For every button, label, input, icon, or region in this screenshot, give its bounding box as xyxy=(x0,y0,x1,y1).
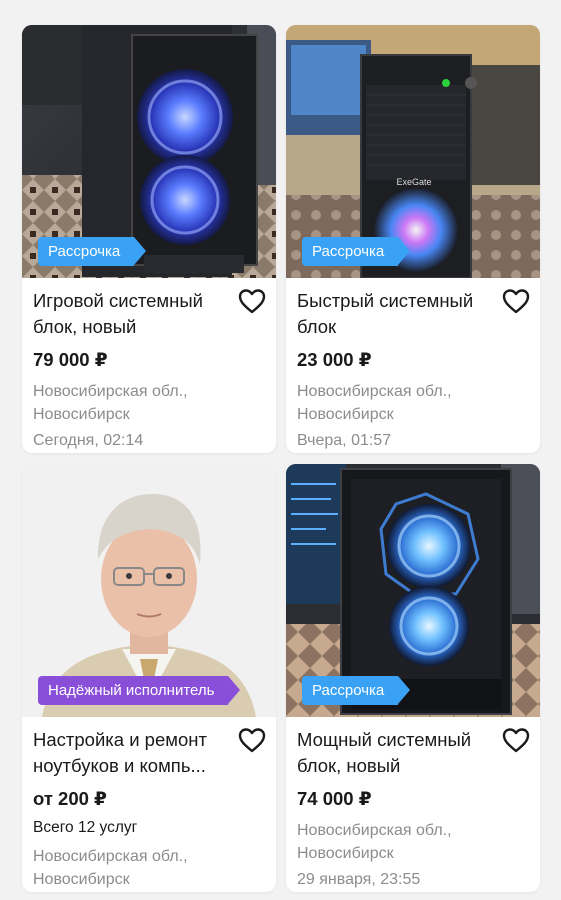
listings-grid: Рассрочка Игровой системный блок, новый … xyxy=(0,0,561,900)
installment-badge: Рассрочка xyxy=(38,237,147,266)
listing-price: 74 000 ₽ xyxy=(297,788,372,809)
listing-location-region: Новосибирская обл., xyxy=(297,383,452,400)
listing-location-region: Новосибирская обл., xyxy=(297,822,452,839)
heart-outline-icon[interactable] xyxy=(238,727,266,753)
listing-card[interactable]: ExeGate Рассрочка Быстрый системный блок… xyxy=(286,25,540,453)
heart-outline-icon[interactable] xyxy=(502,727,530,753)
listing-location-region: Новосибирская обл., xyxy=(33,383,188,400)
listing-photo[interactable]: Надёжный исполнитель xyxy=(22,464,276,717)
listing-card[interactable]: Рассрочка Игровой системный блок, новый … xyxy=(22,25,276,453)
listing-location-city: Новосибирск xyxy=(297,845,394,862)
listing-title[interactable]: Настройка и ремонт ноутбуков и компь... xyxy=(33,727,265,779)
heart-outline-icon[interactable] xyxy=(238,288,266,314)
listing-photo[interactable]: ExeGate Рассрочка xyxy=(286,25,540,278)
listing-location-city: Новосибирск xyxy=(33,406,130,423)
listing-date: Сегодня, 02:14 xyxy=(33,432,144,449)
case-brand-text: ExeGate xyxy=(396,177,431,187)
listing-title[interactable]: Мощный системный блок, новый xyxy=(297,727,529,779)
listing-date: 29 января, 23:55 xyxy=(297,871,421,888)
installment-badge: Рассрочка xyxy=(302,676,411,705)
listing-location-region: Новосибирская обл., xyxy=(33,848,188,865)
listing-photo[interactable]: Рассрочка xyxy=(22,25,276,278)
reliable-performer-badge: Надёжный исполнитель xyxy=(38,676,241,705)
listing-card[interactable]: Рассрочка Мощный системный блок, новый 7… xyxy=(286,464,540,892)
listing-price: 79 000 ₽ xyxy=(33,349,108,370)
listing-title[interactable]: Быстрый системный блок xyxy=(297,288,529,340)
listing-location-city: Новосибирск xyxy=(297,406,394,423)
listing-title[interactable]: Игровой системный блок, новый xyxy=(33,288,265,340)
installment-badge: Рассрочка xyxy=(302,237,411,266)
listing-photo[interactable]: Рассрочка xyxy=(286,464,540,717)
listing-card[interactable]: Надёжный исполнитель Настройка и ремонт … xyxy=(22,464,276,892)
listing-location-city: Новосибирск xyxy=(33,871,130,888)
heart-outline-icon[interactable] xyxy=(502,288,530,314)
listing-price: от 200 ₽ xyxy=(33,788,107,809)
listing-price: 23 000 ₽ xyxy=(297,349,372,370)
listing-date: Вчера, 01:57 xyxy=(297,432,392,449)
services-count: Всего 12 услуг xyxy=(33,819,138,836)
